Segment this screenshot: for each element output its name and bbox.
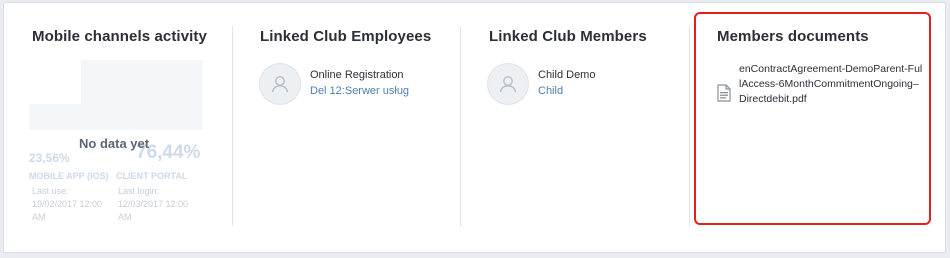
last-use-value-ampm: AM — [32, 212, 46, 222]
mobile-app-percent: 23,56% — [29, 151, 70, 165]
pdf-file-icon[interactable] — [716, 84, 732, 107]
client-portal-bar — [81, 60, 203, 130]
member-relation[interactable]: Child — [538, 85, 563, 97]
client-portal-label: CLIENT PORTAL — [116, 171, 188, 181]
column-divider — [232, 26, 233, 226]
employee-avatar[interactable] — [259, 63, 301, 105]
last-login-value-ampm: AM — [118, 212, 132, 222]
employee-name[interactable]: Online Registration — [310, 69, 404, 81]
last-login-value: 12/03/2017 12:00 — [118, 199, 189, 209]
no-data-message: No data yet — [79, 136, 150, 151]
last-login-label: Last login: — [118, 186, 160, 196]
user-icon — [499, 76, 517, 93]
member-avatar[interactable] — [487, 63, 529, 105]
last-use-label: Last use: — [32, 186, 69, 196]
linked-employees-title: Linked Club Employees — [260, 28, 432, 45]
last-use-value: 19/02/2017 12:00 — [32, 199, 103, 209]
column-divider — [689, 26, 690, 226]
mobile-app-label: MOBILE APP (IOS) — [29, 171, 109, 181]
user-icon — [271, 76, 289, 93]
mobile-app-bar — [29, 104, 81, 130]
mobile-activity-title: Mobile channels activity — [32, 28, 207, 45]
linked-members-title: Linked Club Members — [489, 28, 647, 45]
members-documents-title: Members documents — [717, 28, 869, 45]
member-name[interactable]: Child Demo — [538, 69, 595, 81]
document-link[interactable]: enContractAgreement-DemoParent-FullAcces… — [739, 62, 924, 107]
column-divider — [460, 26, 461, 226]
employee-role[interactable]: Del 12:Serwer usług — [310, 85, 409, 97]
